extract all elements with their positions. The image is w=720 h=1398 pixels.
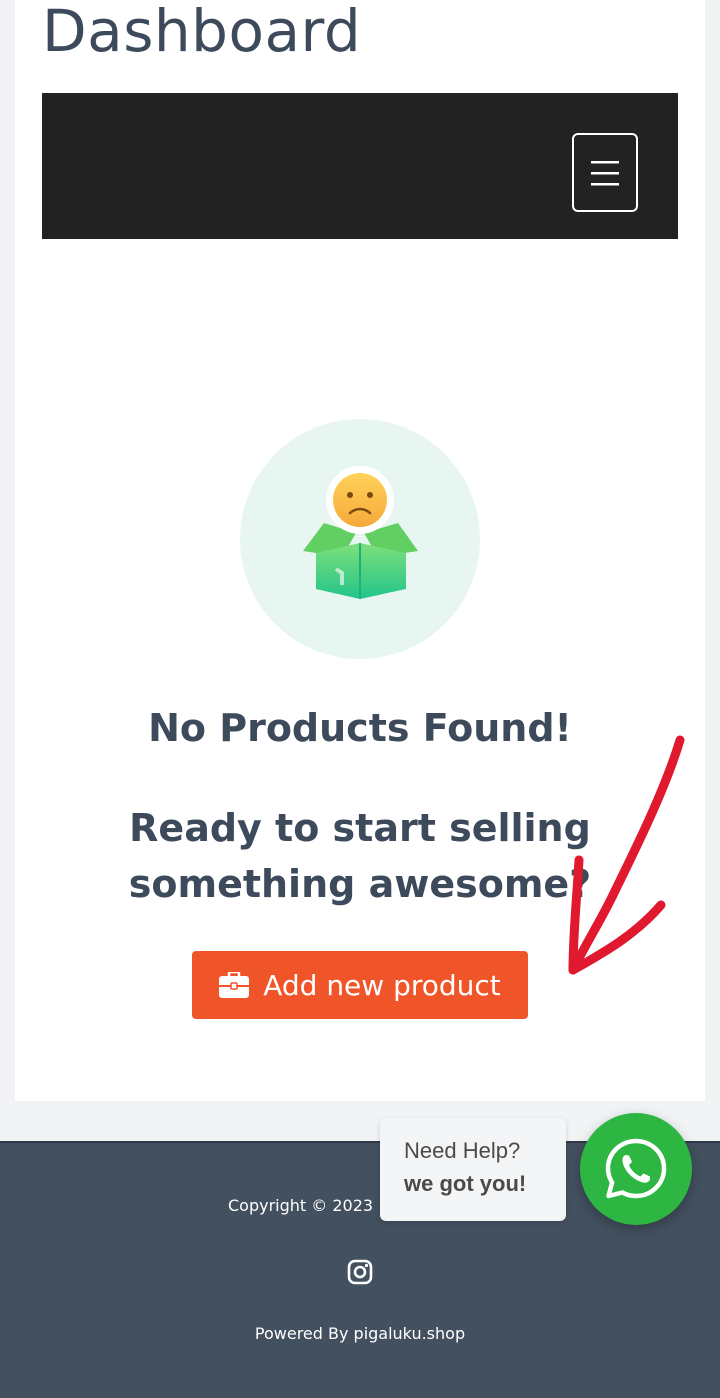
whatsapp-icon [605, 1138, 667, 1199]
instagram-icon[interactable] [347, 1259, 373, 1285]
empty-state-subtitle: Ready to start selling something awesome… [128, 806, 592, 906]
copyright-text: Copyright © 2023 | [228, 1196, 384, 1215]
briefcase-icon [219, 972, 250, 998]
help-line-we-got-you: we got you! [404, 1171, 527, 1196]
menu-toggle-button[interactable] [572, 133, 638, 212]
sad-empty-box-icon [240, 419, 480, 659]
whatsapp-chat-button[interactable] [580, 1113, 692, 1225]
page-title: Dashboard [42, 0, 362, 65]
empty-products-illustration [240, 419, 480, 659]
add-new-product-button[interactable]: Add new product [192, 951, 528, 1019]
add-new-product-label: Add new product [263, 968, 501, 1002]
red-arrow-annotation [568, 735, 685, 975]
help-chat-bubble[interactable]: Need Help? we got you! [380, 1118, 566, 1221]
powered-by-text: Powered By pigaluku.shop [254, 1324, 466, 1343]
help-line-need-help: Need Help? [404, 1138, 521, 1163]
hamburger-icon [591, 160, 619, 185]
